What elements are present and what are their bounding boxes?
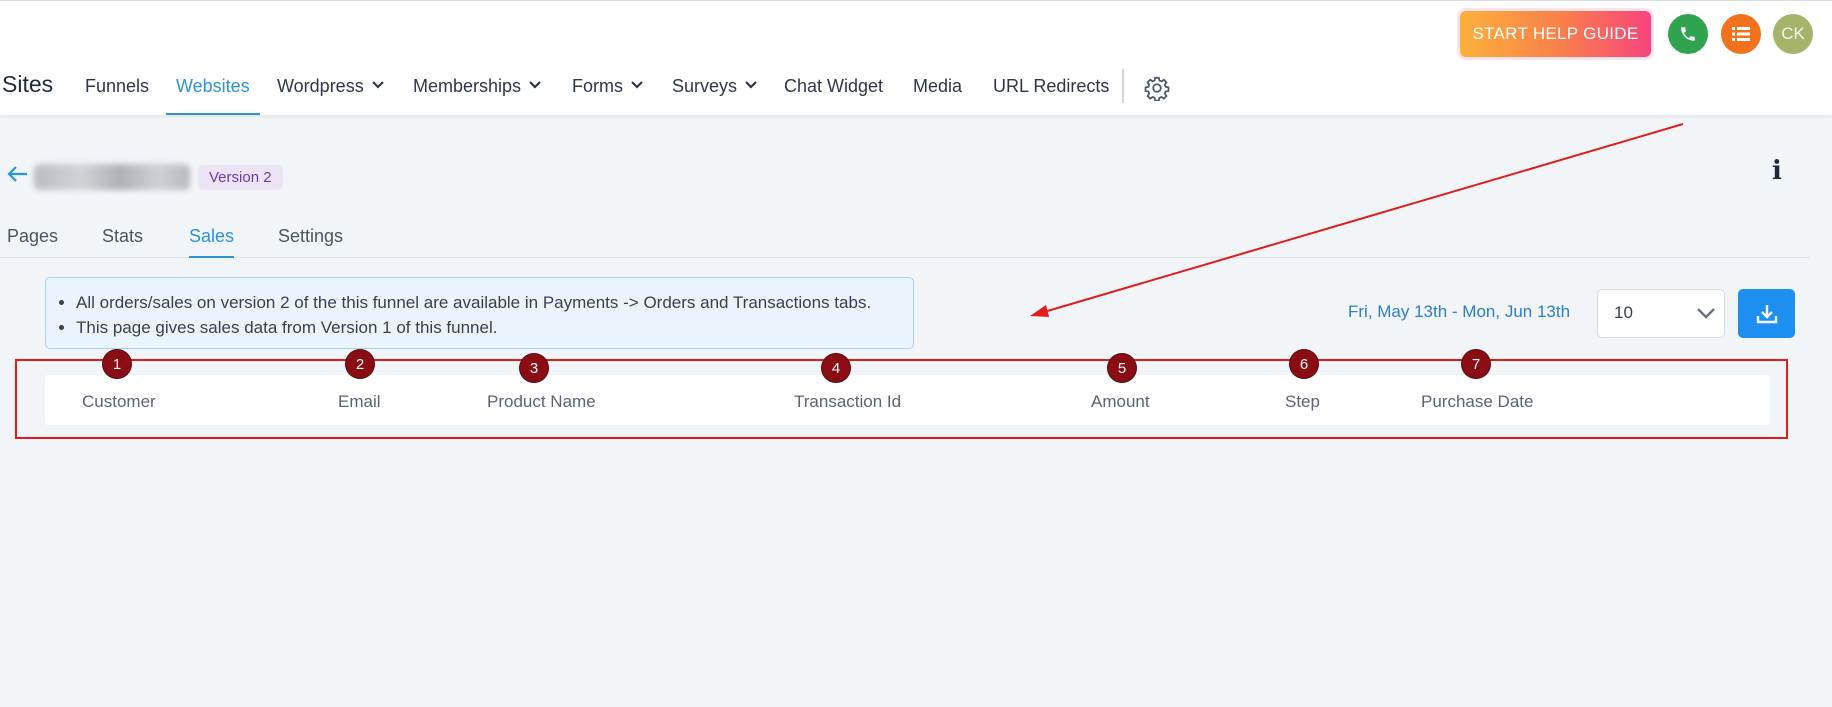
- annotation-marker: 3: [520, 354, 548, 382]
- download-icon: [1756, 304, 1777, 323]
- nav-funnels[interactable]: Funnels: [85, 67, 149, 115]
- back-arrow-icon[interactable]: [6, 164, 28, 184]
- funnel-name-redacted: [34, 164, 190, 190]
- info-icon[interactable]: i: [1772, 156, 1782, 186]
- nav-label: URL Redirects: [993, 76, 1110, 96]
- nav-forms[interactable]: Forms: [572, 67, 643, 115]
- annotation-marker: 6: [1290, 350, 1318, 378]
- info-notice: All orders/sales on version 2 of the thi…: [45, 277, 914, 349]
- date-range-picker[interactable]: Fri, May 13th - Mon, Jun 13th: [1348, 302, 1570, 322]
- page-size-value: 10: [1614, 303, 1633, 322]
- nav-label: Memberships: [413, 76, 522, 96]
- tab-sales[interactable]: Sales: [189, 226, 235, 258]
- app-title: Sites: [2, 71, 54, 97]
- notice-line: All orders/sales on version 2 of the thi…: [76, 290, 913, 315]
- chevron-down-icon: [745, 81, 757, 89]
- nav-label: Surveys: [672, 76, 738, 96]
- chevron-down-icon: [529, 81, 541, 89]
- start-help-guide-button[interactable]: START HELP GUIDE: [1460, 11, 1651, 57]
- annotation-marker: 4: [822, 354, 850, 382]
- nav-label: Chat Widget: [784, 76, 884, 96]
- task-list-button[interactable]: [1721, 14, 1761, 54]
- nav-label: Wordpress: [277, 76, 364, 96]
- tab-pages[interactable]: Pages: [7, 226, 58, 258]
- nav-wordpress[interactable]: Wordpress: [277, 67, 384, 115]
- tab-settings[interactable]: Settings: [278, 226, 343, 258]
- annotation-marker: 2: [346, 350, 374, 378]
- nav-divider: [1122, 69, 1124, 103]
- chevron-down-icon: [631, 81, 643, 89]
- gear-icon[interactable]: [1144, 75, 1170, 101]
- download-button[interactable]: [1738, 289, 1795, 338]
- nav-media[interactable]: Media: [913, 67, 962, 115]
- phone-icon: [1681, 27, 1695, 41]
- chevron-down-icon: [1697, 308, 1715, 319]
- funnel-tabs: Pages Stats Sales Settings: [0, 226, 1810, 258]
- nav-label: Forms: [572, 76, 623, 96]
- list-icon: [1732, 27, 1750, 41]
- top-navigation-bar: START HELP GUIDE CK Sites Funnels Websit…: [0, 0, 1832, 116]
- notice-line: This page gives sales data from Version …: [76, 315, 913, 340]
- version-badge: Version 2: [198, 165, 283, 190]
- user-avatar[interactable]: CK: [1773, 14, 1813, 54]
- page-size-select[interactable]: 10: [1597, 289, 1725, 338]
- annotation-marker: 1: [103, 350, 131, 378]
- annotation-marker: 5: [1108, 354, 1136, 382]
- phone-button[interactable]: [1668, 14, 1708, 54]
- chevron-down-icon: [371, 81, 384, 89]
- annotation-highlight-box: [15, 359, 1788, 439]
- nav-url-redirects[interactable]: URL Redirects: [993, 67, 1109, 115]
- nav-chat-widget[interactable]: Chat Widget: [784, 67, 883, 115]
- nav-memberships[interactable]: Memberships: [413, 67, 541, 115]
- nav-label: Websites: [176, 76, 250, 96]
- nav-surveys[interactable]: Surveys: [672, 67, 757, 115]
- nav-label: Funnels: [85, 76, 150, 96]
- nav-label: Media: [913, 76, 963, 96]
- tab-stats[interactable]: Stats: [102, 226, 143, 258]
- nav-websites[interactable]: Websites: [166, 67, 260, 115]
- annotation-marker: 7: [1462, 350, 1490, 378]
